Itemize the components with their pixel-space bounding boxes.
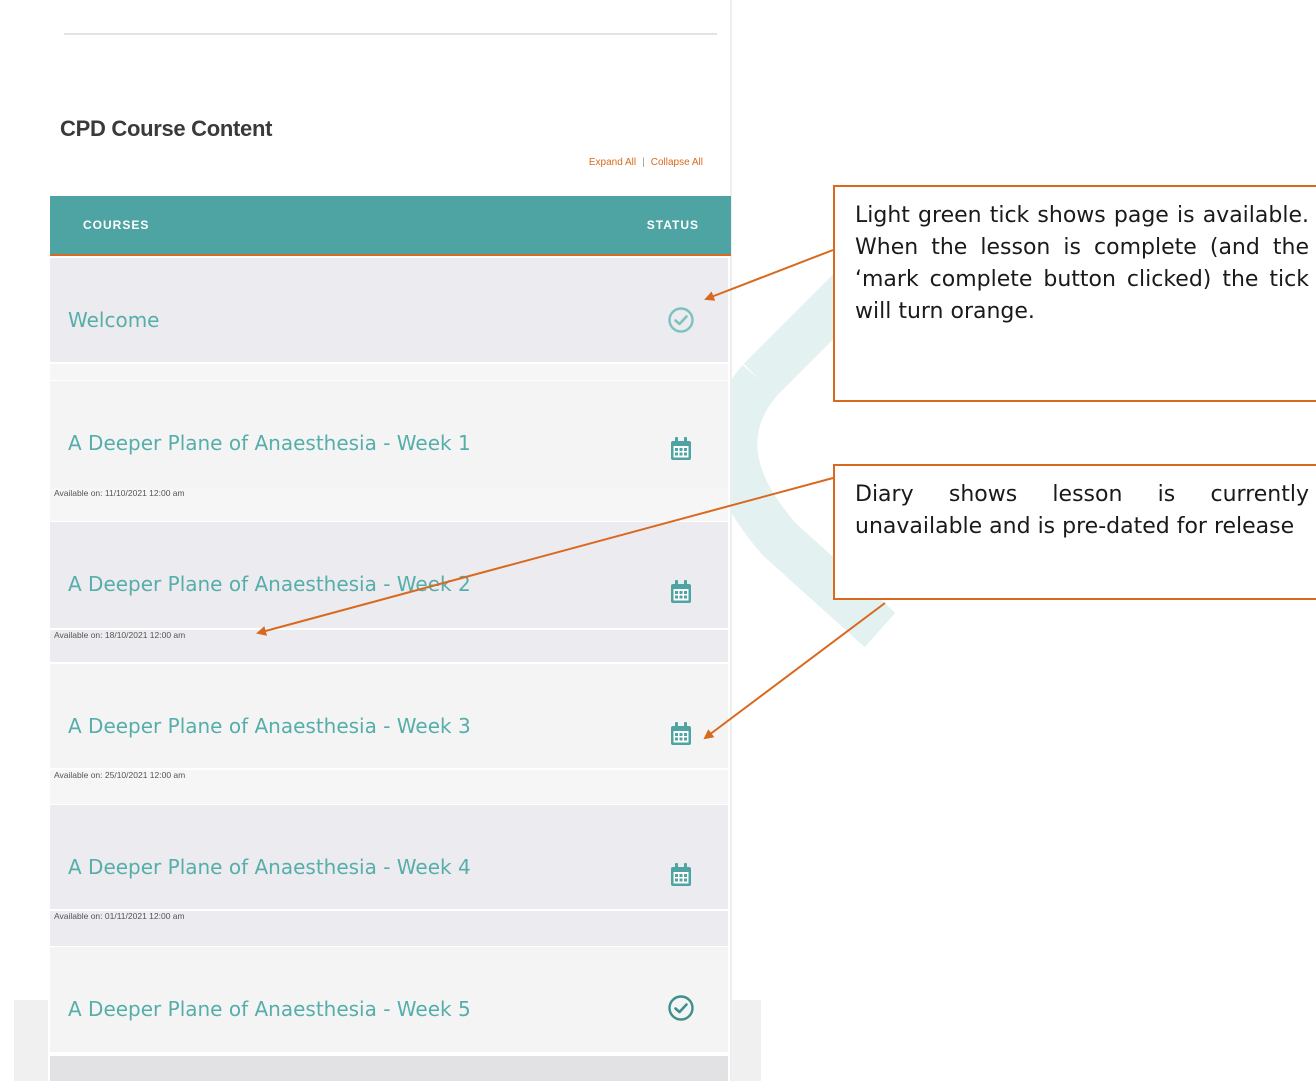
diary-arrow-icon (703, 602, 886, 740)
diary-arrow-date (256, 477, 834, 636)
annotation-arrows (256, 249, 886, 740)
tick-arrow (704, 249, 834, 301)
